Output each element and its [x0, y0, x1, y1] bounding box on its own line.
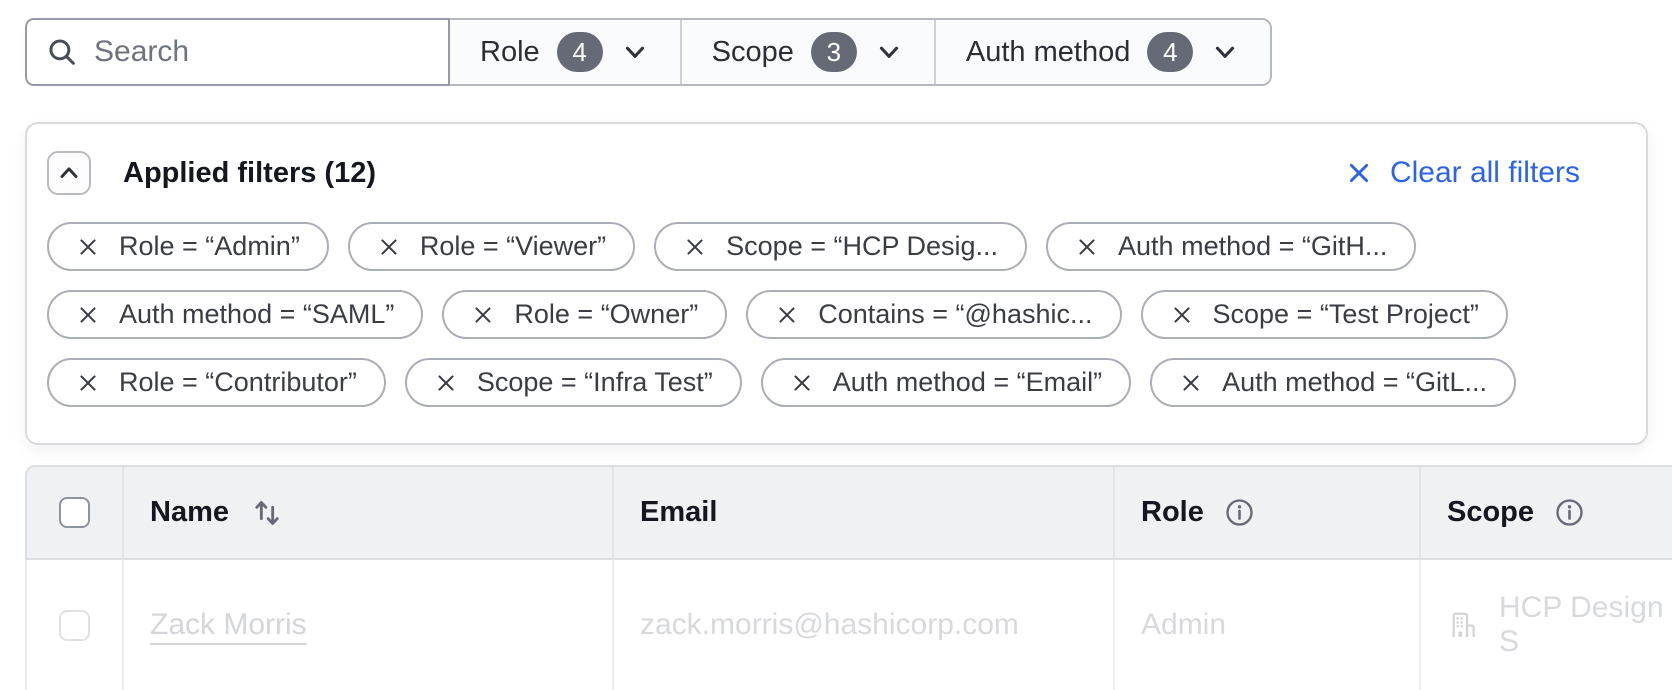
filter-pill-label: Role = “Contributor” [119, 367, 357, 398]
scope-filter-dropdown[interactable]: Scope 3 [680, 20, 934, 84]
applied-filters-title: Applied filters (12) [123, 157, 376, 190]
table-header-name[interactable]: Name [122, 467, 612, 558]
close-icon[interactable] [76, 303, 100, 327]
close-icon[interactable] [1170, 303, 1194, 327]
row-scope-cell: HCP Design S [1419, 560, 1672, 690]
close-icon[interactable] [76, 371, 100, 395]
row-email-cell: zack.morris@hashicorp.com [612, 560, 1113, 690]
close-icon[interactable] [76, 235, 100, 259]
sort-icon[interactable] [249, 496, 285, 530]
filter-pill-label: Auth method = “Email” [833, 367, 1102, 398]
user-name-link[interactable]: Zack Morris [150, 608, 307, 642]
filter-pill[interactable]: Auth method = “GitH... [1046, 222, 1416, 271]
filter-pill[interactable]: Role = “Owner” [442, 290, 727, 339]
filter-pill[interactable]: Role = “Viewer” [348, 222, 635, 271]
close-icon [1345, 159, 1373, 187]
auth-method-filter-label: Auth method [966, 36, 1130, 69]
user-scope: HCP Design S [1499, 591, 1672, 659]
table-header-scope: Scope [1419, 467, 1672, 558]
user-email: zack.morris@hashicorp.com [640, 608, 1019, 642]
filter-pill[interactable]: Auth method = “GitL... [1150, 358, 1516, 407]
row-role-cell: Admin [1113, 560, 1419, 690]
collapse-panel-button[interactable] [47, 151, 91, 195]
chevron-down-icon [874, 37, 904, 67]
clear-all-filters-button[interactable]: Clear all filters [1345, 156, 1580, 190]
filter-toolbar: Role 4 Scope 3 Auth method 4 [25, 18, 1272, 86]
filter-pill-label: Scope = “HCP Desig... [726, 231, 998, 262]
chevron-down-icon [620, 37, 650, 67]
filter-pill[interactable]: Scope = “HCP Desig... [654, 222, 1027, 271]
chevron-down-icon [1210, 37, 1240, 67]
filter-pill-label: Role = “Admin” [119, 231, 300, 262]
row-name-cell: Zack Morris [122, 560, 612, 690]
close-icon[interactable] [471, 303, 495, 327]
filter-pill[interactable]: Role = “Admin” [47, 222, 329, 271]
email-column-label: Email [640, 496, 717, 529]
filter-pill-label: Auth method = “SAML” [119, 299, 394, 330]
filter-pill-label: Role = “Viewer” [420, 231, 606, 262]
search-input[interactable] [94, 35, 480, 69]
organization-icon [1447, 609, 1479, 641]
filter-pill-label: Scope = “Infra Test” [477, 367, 713, 398]
chevron-up-icon [55, 159, 83, 187]
close-icon[interactable] [434, 371, 458, 395]
filter-pill-row: Auth method = “SAML” Role = “Owner” Cont… [47, 290, 1626, 339]
filter-pill-label: Auth method = “GitH... [1118, 231, 1387, 262]
users-table: Name Email Role Scope [25, 465, 1672, 690]
table-header-checkbox-cell [27, 467, 122, 558]
close-icon[interactable] [377, 235, 401, 259]
table-header-email: Email [612, 467, 1113, 558]
filter-pill[interactable]: Contains = “@hashic... [746, 290, 1121, 339]
close-icon[interactable] [1075, 235, 1099, 259]
scope-column-label: Scope [1447, 496, 1534, 529]
filter-pill[interactable]: Auth method = “SAML” [47, 290, 423, 339]
filter-pill[interactable]: Scope = “Infra Test” [405, 358, 742, 407]
user-role: Admin [1141, 608, 1226, 642]
auth-method-filter-dropdown[interactable]: Auth method 4 [934, 20, 1270, 84]
role-column-label: Role [1141, 496, 1204, 529]
filter-pill-row: Role = “Admin” Role = “Viewer” Scope = “… [47, 222, 1626, 271]
select-all-checkbox[interactable] [59, 497, 90, 528]
search-box[interactable] [25, 18, 450, 86]
applied-filters-panel: Applied filters (12) Clear all filters R… [25, 122, 1648, 445]
row-checkbox-cell [27, 560, 122, 690]
filter-pill-row: Role = “Contributor” Scope = “Infra Test… [47, 358, 1626, 407]
filter-pill-label: Scope = “Test Project” [1213, 299, 1479, 330]
close-icon[interactable] [790, 371, 814, 395]
name-column-label: Name [150, 496, 229, 529]
table-row: Zack Morris zack.morris@hashicorp.com Ad… [25, 560, 1672, 690]
row-checkbox[interactable] [59, 610, 90, 641]
filter-pill[interactable]: Auth method = “Email” [761, 358, 1131, 407]
filter-pill-label: Role = “Owner” [514, 299, 698, 330]
close-icon[interactable] [775, 303, 799, 327]
close-icon[interactable] [683, 235, 707, 259]
scope-filter-label: Scope [712, 36, 794, 69]
applied-filters-header: Applied filters (12) Clear all filters [47, 150, 1626, 196]
filter-dropdown-group: Role 4 Scope 3 Auth method 4 [450, 18, 1272, 86]
filter-pill[interactable]: Scope = “Test Project” [1141, 290, 1508, 339]
role-filter-count-badge: 4 [557, 32, 603, 72]
role-filter-dropdown[interactable]: Role 4 [450, 20, 680, 84]
auth-method-filter-count-badge: 4 [1147, 32, 1193, 72]
role-filter-label: Role [480, 36, 540, 69]
close-icon[interactable] [1179, 371, 1203, 395]
filter-pill-label: Contains = “@hashic... [818, 299, 1092, 330]
filter-pill[interactable]: Role = “Contributor” [47, 358, 386, 407]
filter-pill-label: Auth method = “GitL... [1222, 367, 1487, 398]
info-icon[interactable] [1554, 497, 1585, 528]
info-icon[interactable] [1224, 497, 1255, 528]
search-icon [45, 35, 79, 69]
scope-filter-count-badge: 3 [811, 32, 857, 72]
table-header-row: Name Email Role Scope [25, 465, 1672, 560]
clear-all-filters-label: Clear all filters [1390, 156, 1580, 190]
table-header-role: Role [1113, 467, 1419, 558]
